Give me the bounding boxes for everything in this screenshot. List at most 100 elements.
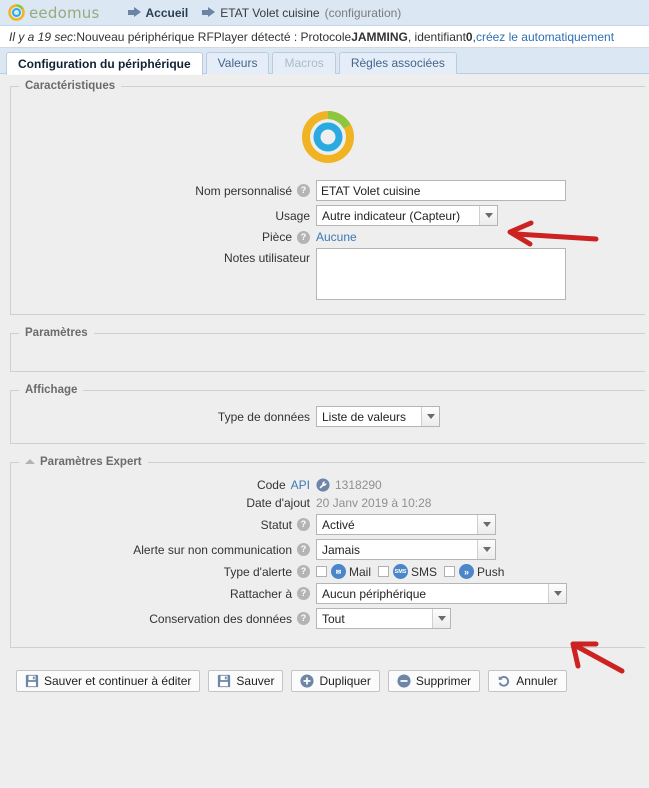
help-icon[interactable]: ?	[297, 587, 310, 600]
save-and-continue-label: Sauver et continuer à éditer	[44, 674, 191, 688]
code-api-field: 1318290	[316, 478, 382, 492]
collapse-triangle-icon[interactable]	[25, 459, 35, 464]
row-nom-personnalise: Nom personnalisé ?	[11, 180, 645, 201]
mail-icon: ✉	[331, 564, 346, 579]
piece-label: Pièce	[262, 230, 292, 244]
notification-autocreate-link[interactable]: créez le automatiquement	[476, 30, 614, 44]
conservation-label-group: Conservation des données ?	[11, 612, 316, 626]
code-api-label: Code	[257, 478, 286, 492]
piece-label-group: Pièce ?	[11, 230, 316, 244]
tab-valeurs[interactable]: Valeurs	[206, 52, 270, 74]
statut-label-group: Statut ?	[11, 518, 316, 532]
nom-personnalise-label: Nom personnalisé	[195, 184, 292, 198]
duplicate-label: Dupliquer	[319, 674, 370, 688]
notification-time: Il y a 19 sec	[9, 30, 73, 44]
tab-configuration[interactable]: Configuration du périphérique	[6, 52, 203, 75]
code-api-value: 1318290	[335, 478, 382, 492]
tab-bar: Configuration du périphérique Valeurs Ma…	[0, 48, 649, 74]
brand-logo[interactable]: eedomus	[8, 4, 100, 22]
date-ajout-field: 20 Janv 2019 à 10:28	[316, 496, 431, 510]
row-rattacher-a: Rattacher à ? Aucun périphérique	[11, 583, 645, 604]
nom-personnalise-label-group: Nom personnalisé ?	[11, 184, 316, 198]
notification-text-before: Nouveau périphérique RFPlayer détecté : …	[76, 30, 351, 44]
alerte-sms-label: SMS	[411, 565, 437, 579]
usage-label-group: Usage	[11, 209, 316, 223]
cancel-button[interactable]: Annuler	[488, 670, 566, 692]
help-icon[interactable]: ?	[297, 565, 310, 578]
notes-utilisateur-textarea[interactable]	[316, 248, 566, 300]
alerte-push-label: Push	[477, 565, 504, 579]
alerte-non-communication-select-value: Jamais	[322, 543, 477, 557]
eedomus-ring-icon	[8, 4, 25, 21]
section-expert-legend-label: Paramètres Expert	[40, 456, 142, 468]
help-icon[interactable]: ?	[297, 231, 310, 244]
checkbox-push[interactable]	[444, 566, 455, 577]
nom-personnalise-input[interactable]	[316, 180, 566, 201]
chevron-down-icon	[421, 407, 439, 426]
wrench-icon[interactable]	[316, 478, 330, 492]
chevron-down-icon	[477, 515, 495, 534]
tab-regles-associees[interactable]: Règles associées	[339, 52, 457, 74]
row-conservation-donnees: Conservation des données ? Tout	[11, 608, 645, 629]
floppy-disk-icon	[217, 674, 231, 688]
minus-circle-icon	[397, 674, 411, 688]
statut-select-value: Activé	[322, 518, 477, 532]
statut-select[interactable]: Activé	[316, 514, 496, 535]
delete-button[interactable]: Supprimer	[388, 670, 480, 692]
conservation-donnees-select-value: Tout	[322, 612, 432, 626]
row-code-api: Code API 1318290	[11, 478, 645, 492]
row-piece: Pièce ? Aucune	[11, 230, 645, 244]
rattacher-a-select[interactable]: Aucun périphérique	[316, 583, 567, 604]
help-icon[interactable]: ?	[297, 518, 310, 531]
alerte-label-group: Alerte sur non communication ?	[11, 543, 316, 557]
help-icon[interactable]: ?	[297, 612, 310, 625]
date-ajout-value: 20 Janv 2019 à 10:28	[316, 496, 431, 510]
save-button[interactable]: Sauver	[208, 670, 283, 692]
notes-field	[316, 248, 566, 300]
app-header: eedomus Accueil ETAT Volet cuisine (conf…	[0, 0, 649, 26]
notification-text-mid: , identifiant	[408, 30, 466, 44]
breadcrumb-home-label: Accueil	[146, 6, 189, 20]
notification-protocol: JAMMING	[351, 30, 408, 44]
conservation-donnees-select[interactable]: Tout	[316, 608, 451, 629]
breadcrumb-item-current[interactable]: ETAT Volet cuisine (configuration)	[202, 6, 401, 20]
breadcrumb-item-home[interactable]: Accueil	[128, 6, 189, 20]
usage-select[interactable]: Autre indicateur (Capteur)	[316, 205, 498, 226]
delete-label: Supprimer	[416, 674, 471, 688]
breadcrumb-current-label: ETAT Volet cuisine	[220, 6, 319, 20]
duplicate-button[interactable]: Dupliquer	[291, 670, 379, 692]
alerte-field: Jamais	[316, 539, 496, 560]
form-actions: Sauver et continuer à éditer Sauver Dupl…	[4, 660, 645, 692]
type-de-donnees-select[interactable]: Liste de valeurs	[316, 406, 440, 427]
conservation-field: Tout	[316, 608, 451, 629]
arrow-right-icon	[128, 7, 141, 18]
date-ajout-label-group: Date d'ajout	[11, 496, 316, 510]
type-donnees-field: Liste de valeurs	[316, 406, 440, 427]
help-icon[interactable]: ?	[297, 543, 310, 556]
rattacher-a-select-value: Aucun périphérique	[322, 587, 548, 601]
piece-link[interactable]: Aucune	[316, 230, 357, 244]
brand-name: eedomus	[29, 4, 100, 22]
date-ajout-label: Date d'ajout	[246, 496, 310, 510]
checkbox-mail[interactable]	[316, 566, 327, 577]
breadcrumb: Accueil ETAT Volet cuisine (configuratio…	[128, 6, 402, 20]
code-api-label-group: Code API	[11, 478, 316, 492]
section-expert-legend[interactable]: Paramètres Expert	[19, 456, 148, 468]
usage-field: Autre indicateur (Capteur)	[316, 205, 498, 226]
checkbox-sms[interactable]	[378, 566, 389, 577]
api-link[interactable]: API	[291, 478, 310, 492]
cancel-label: Annuler	[516, 674, 557, 688]
row-notes-utilisateur: Notes utilisateur	[11, 248, 645, 300]
alerte-non-communication-select[interactable]: Jamais	[316, 539, 496, 560]
notification-identifier: 0	[466, 30, 473, 44]
type-alerte-label: Type d'alerte	[224, 565, 292, 579]
row-alerte-non-communication: Alerte sur non communication ? Jamais	[11, 539, 645, 560]
save-and-continue-button[interactable]: Sauver et continuer à éditer	[16, 670, 200, 692]
alerte-mail-label: Mail	[349, 565, 371, 579]
row-type-alerte: Type d'alerte ? ✉ Mail SMS SMS » Push	[11, 564, 645, 579]
configuration-form: Caractéristiques Nom personnalisé ? Usag…	[0, 74, 649, 692]
row-type-de-donnees: Type de données Liste de valeurs	[11, 406, 645, 427]
row-date-ajout: Date d'ajout 20 Janv 2019 à 10:28	[11, 496, 645, 510]
undo-arrow-icon	[497, 674, 511, 688]
help-icon[interactable]: ?	[297, 184, 310, 197]
